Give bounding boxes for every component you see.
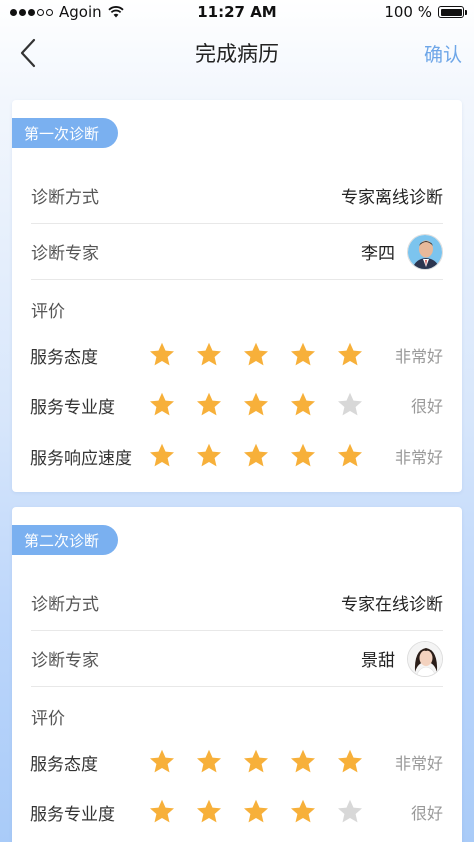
diagnosis-expert-label: 诊断专家 [31,244,99,264]
star-filled-icon[interactable] [289,341,317,369]
diagnosis-method-value: 专家在线诊断 [341,595,443,615]
rating-row: 服务态度 非常好 [30,335,443,375]
diagnosis-expert-label: 诊断专家 [31,651,99,671]
diagnosis-tag: 第一次诊断 [12,118,118,148]
back-button[interactable] [14,36,44,70]
rating-label: 服务态度 [30,754,98,775]
diagnosis-method-label: 诊断方式 [31,188,99,208]
rating-label: 服务态度 [30,347,98,368]
battery-percent: 100 % [384,3,432,21]
expert-info: 景甜 [361,640,443,677]
star-filled-icon[interactable] [195,798,223,826]
star-empty-icon[interactable] [336,391,364,419]
rating-text: 非常好 [394,448,443,467]
navigation-bar: 完成病历 确认 [0,24,474,82]
rating-label: 服务专业度 [30,804,115,825]
star-filled-icon[interactable] [289,798,317,826]
diagnosis-method-label: 诊断方式 [31,595,99,615]
diagnosis-expert-row[interactable]: 诊断专家 景甜 [31,631,443,687]
wifi-icon [108,6,124,18]
battery-icon [438,6,467,18]
expert-info: 李四 [361,233,443,270]
diagnosis-method-row: 诊断方式 专家在线诊断 [31,575,443,631]
star-filled-icon[interactable] [148,391,176,419]
star-filled-icon[interactable] [336,748,364,776]
star-filled-icon[interactable] [242,798,270,826]
evaluation-label: 评价 [31,302,65,322]
star-rating[interactable] [148,341,364,369]
chevron-left-icon [20,38,36,68]
star-filled-icon[interactable] [148,341,176,369]
star-rating[interactable] [148,442,364,470]
star-filled-icon[interactable] [242,748,270,776]
signal-strength-icon [10,8,53,16]
star-filled-icon[interactable] [242,391,270,419]
confirm-button[interactable]: 确认 [424,40,462,67]
diagnosis-tag: 第二次诊断 [12,525,118,555]
diagnosis-card: 第二次诊断 诊断方式 专家在线诊断 诊断专家 景甜 评价 服务态度 非常好 服务… [12,507,462,842]
star-rating[interactable] [148,748,364,776]
battery-fill [440,8,462,16]
expert-name: 景甜 [361,651,395,671]
star-rating[interactable] [148,798,364,826]
status-left: Agoin [10,3,124,21]
star-filled-icon[interactable] [195,748,223,776]
star-filled-icon[interactable] [289,391,317,419]
avatar[interactable] [407,233,443,270]
star-filled-icon[interactable] [242,442,270,470]
status-bar: Agoin 11:27 AM 100 % [0,0,474,24]
star-filled-icon[interactable] [336,341,364,369]
rating-text: 很好 [410,397,443,416]
star-filled-icon[interactable] [148,442,176,470]
star-filled-icon[interactable] [289,748,317,776]
rating-text: 非常好 [394,754,443,773]
status-right: 100 % [384,3,467,21]
star-rating[interactable] [148,391,364,419]
star-filled-icon[interactable] [242,341,270,369]
expert-name: 李四 [361,244,395,264]
page-title: 完成病历 [195,42,279,66]
star-filled-icon[interactable] [195,341,223,369]
rating-row: 服务专业度 很好 [30,792,443,832]
rating-row: 服务响应速度 非常好 [30,436,443,476]
star-filled-icon[interactable] [289,442,317,470]
avatar[interactable] [407,640,443,677]
rating-text: 很好 [410,804,443,823]
evaluation-label: 评价 [31,709,65,729]
rating-text: 非常好 [394,347,443,366]
rating-label: 服务专业度 [30,397,115,418]
star-filled-icon[interactable] [195,391,223,419]
carrier-name: Agoin [59,3,102,21]
star-filled-icon[interactable] [195,442,223,470]
diagnosis-expert-row[interactable]: 诊断专家 李四 [31,224,443,280]
rating-row: 服务专业度 很好 [30,385,443,425]
star-empty-icon[interactable] [336,798,364,826]
diagnosis-method-value: 专家离线诊断 [341,188,443,208]
diagnosis-method-row: 诊断方式 专家离线诊断 [31,168,443,224]
diagnosis-card: 第一次诊断 诊断方式 专家离线诊断 诊断专家 李四 评价 服务态度 非常好 服务… [12,100,462,492]
star-filled-icon[interactable] [148,748,176,776]
star-filled-icon[interactable] [148,798,176,826]
rating-row: 服务态度 非常好 [30,742,443,782]
rating-label: 服务响应速度 [30,448,132,469]
star-filled-icon[interactable] [336,442,364,470]
